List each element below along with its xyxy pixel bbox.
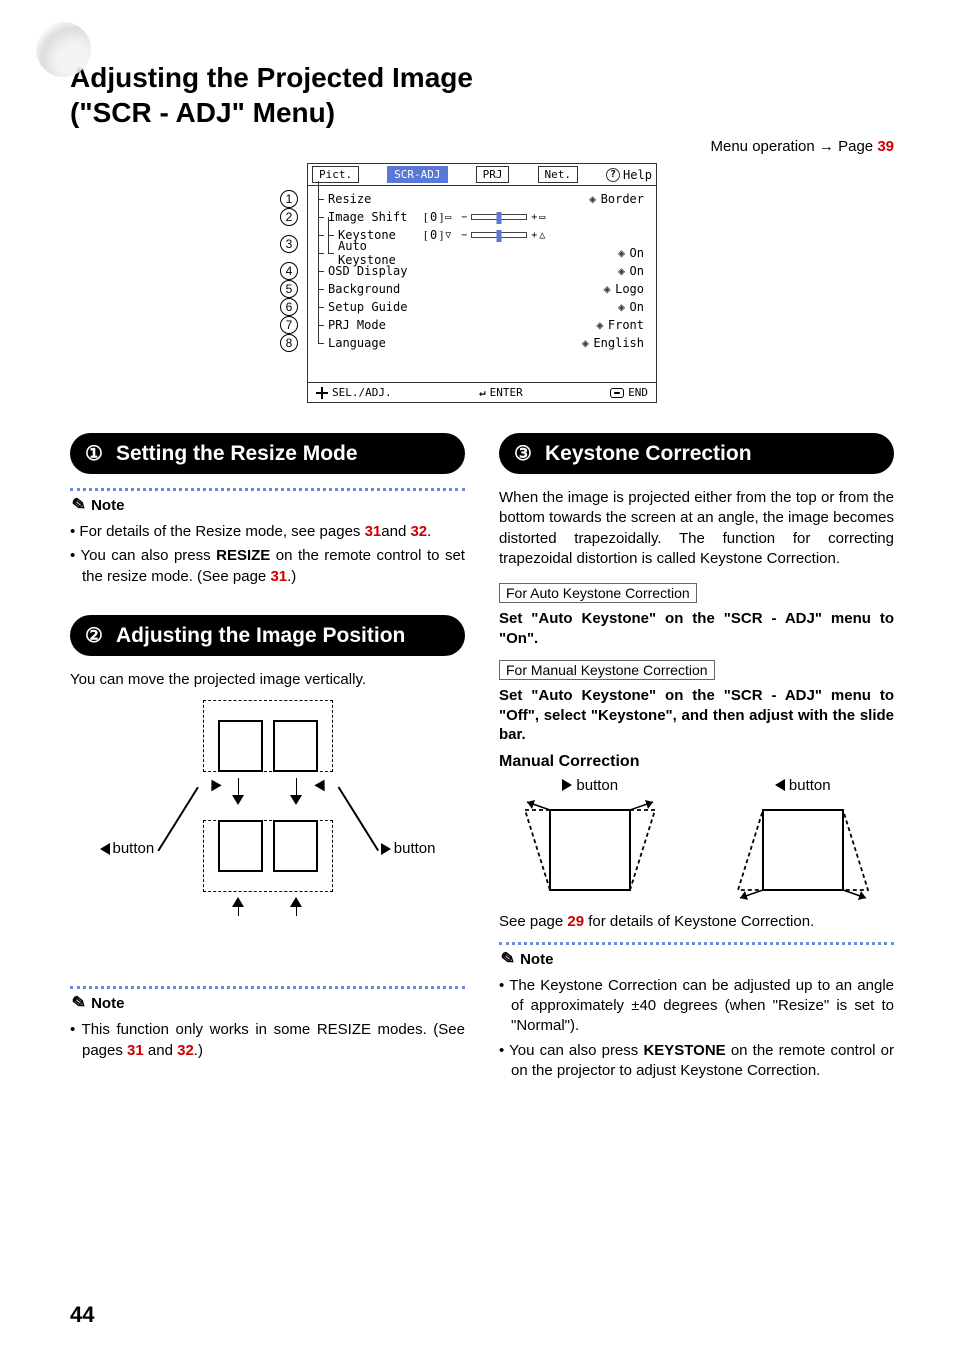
note-list: This function only works in some RESIZE … <box>70 1020 465 1061</box>
callout-2: 2 <box>280 208 298 226</box>
osd-tab-scr-adj: SCR-ADJ <box>387 166 447 183</box>
list-item: You can also press KEYSTONE on the remot… <box>499 1041 894 1082</box>
section-resize: ① Setting the Resize Mode <box>70 433 465 474</box>
triangle-right-icon <box>381 843 391 855</box>
callout-4: 4 <box>280 262 298 280</box>
osd-tabs: Pict. SCR-ADJ PRJ Net. ? Help <box>308 164 656 186</box>
triangle-right-icon <box>562 779 572 791</box>
note-heading: ✎ Note <box>70 993 465 1014</box>
section-keystone: ③ Keystone Correction <box>499 433 894 474</box>
shift-right-icon: ▭ <box>539 212 553 223</box>
callout-6: 6 <box>280 298 298 316</box>
osd-tab-net: Net. <box>538 166 579 183</box>
list-item: For details of the Resize mode, see page… <box>70 522 465 542</box>
osd-row-language: 8 Language ◈English <box>314 334 650 352</box>
osd-row-setup-guide: 6 Setup Guide ◈On <box>314 298 650 316</box>
callout-5: 5 <box>280 280 298 298</box>
title-line-1: Adjusting the Projected Image <box>70 62 473 93</box>
diamond-arrow-icon: ◈ <box>589 192 597 206</box>
page-ref-39: 39 <box>877 138 894 155</box>
note-list: The Keystone Correction can be adjusted … <box>499 976 894 1081</box>
circled-3-icon: ③ <box>511 442 535 466</box>
instruction-auto: Set "Auto Keystone" on the "SCR - ADJ" m… <box>499 609 894 648</box>
osd-row-prj-mode: 7 PRJ Mode ◈Front <box>314 316 650 334</box>
menu-operation-ref: Menu operation → Page 39 <box>70 138 894 155</box>
section-image-position: ② Adjusting the Image Position <box>70 615 465 656</box>
diamond-arrow-icon: ◈ <box>618 246 626 260</box>
callout-3: 3 <box>280 235 298 253</box>
shift-left-icon: ▭ <box>445 212 459 223</box>
note-icon: ✎ <box>68 494 88 518</box>
note-icon: ✎ <box>497 947 517 971</box>
left-column: ① Setting the Resize Mode ✎ Note For det… <box>70 433 465 1085</box>
decorative-corner <box>36 22 91 77</box>
triangle-left-icon <box>775 779 785 791</box>
osd-footer: SEL./ADJ. ↵ENTER END <box>308 382 656 402</box>
osd-row-resize: 1 Resize ◈ Border <box>314 190 650 208</box>
list-item: You can also press RESIZE on the remote … <box>70 546 465 587</box>
callout-1: 1 <box>280 190 298 208</box>
body-text: When the image is projected either from … <box>499 488 894 569</box>
right-column: ③ Keystone Correction When the image is … <box>499 433 894 1085</box>
see-page: See page 29 for details of Keystone Corr… <box>499 912 894 932</box>
note-heading: ✎ Note <box>499 949 894 970</box>
note-icon: ✎ <box>68 992 88 1016</box>
dpad-icon <box>316 387 328 399</box>
note-list: For details of the Resize mode, see page… <box>70 522 465 587</box>
end-icon <box>610 388 624 398</box>
keystone-diagrams: button button <box>499 777 894 900</box>
list-item: This function only works in some RESIZE … <box>70 1020 465 1061</box>
keystone-left-diagram: button <box>728 777 878 900</box>
dotted-separator <box>70 488 465 491</box>
image-position-diagram: button button <box>148 700 388 950</box>
manual-correction-heading: Manual Correction <box>499 753 894 771</box>
osd-tab-help: ? Help <box>606 168 652 182</box>
question-icon: ? <box>606 168 620 182</box>
dotted-separator <box>499 942 894 945</box>
osd-row-background: 5 Background ◈Logo <box>314 280 650 298</box>
osd-tab-prj: PRJ <box>476 166 510 183</box>
trapezoid-bottom-wide <box>728 800 878 900</box>
left-button-label: button <box>100 840 155 857</box>
enter-icon: ↵ <box>479 386 486 399</box>
instruction-manual: Set "Auto Keystone" on the "SCR - ADJ" m… <box>499 686 894 745</box>
keystone-up-icon: △ <box>539 230 553 241</box>
osd-menu: Pict. SCR-ADJ PRJ Net. ? Help 1 Resize ◈… <box>307 163 657 403</box>
page-number: 44 <box>70 1302 94 1328</box>
slider-keystone <box>471 232 527 238</box>
right-button-label: button <box>381 840 436 857</box>
triangle-left-icon <box>100 843 110 855</box>
callout-7: 7 <box>280 316 298 334</box>
osd-tab-pict: Pict. <box>312 166 359 183</box>
page-title: Adjusting the Projected Image ("SCR - AD… <box>70 60 894 130</box>
circled-2-icon: ② <box>82 624 106 648</box>
list-item: The Keystone Correction can be adjusted … <box>499 976 894 1037</box>
keystone-down-icon: ▽ <box>445 230 459 241</box>
dotted-separator <box>70 986 465 989</box>
arrow-right-icon: → <box>819 138 834 155</box>
body-text: You can move the projected image vertica… <box>70 670 465 690</box>
circled-1-icon: ① <box>82 442 106 466</box>
osd-row-image-shift: 2 Image Shift [ 0 ] ▭ − + ▭ <box>314 208 650 226</box>
note-heading: ✎ Note <box>70 495 465 516</box>
slider-image-shift <box>471 214 527 220</box>
box-auto-keystone: For Auto Keystone Correction <box>499 583 697 603</box>
osd-row-auto-keystone: Auto Keystone ◈ On <box>314 244 650 262</box>
box-manual-keystone: For Manual Keystone Correction <box>499 660 715 680</box>
callout-8: 8 <box>280 334 298 352</box>
osd-row-osd-display: 4 OSD Display ◈On <box>314 262 650 280</box>
osd-body: 1 Resize ◈ Border 2 Image Shift [ 0 ] ▭ <box>308 186 656 382</box>
trapezoid-top-wide <box>515 800 665 900</box>
title-line-2: ("SCR - ADJ" Menu) <box>70 97 335 128</box>
keystone-right-diagram: button <box>515 777 665 900</box>
